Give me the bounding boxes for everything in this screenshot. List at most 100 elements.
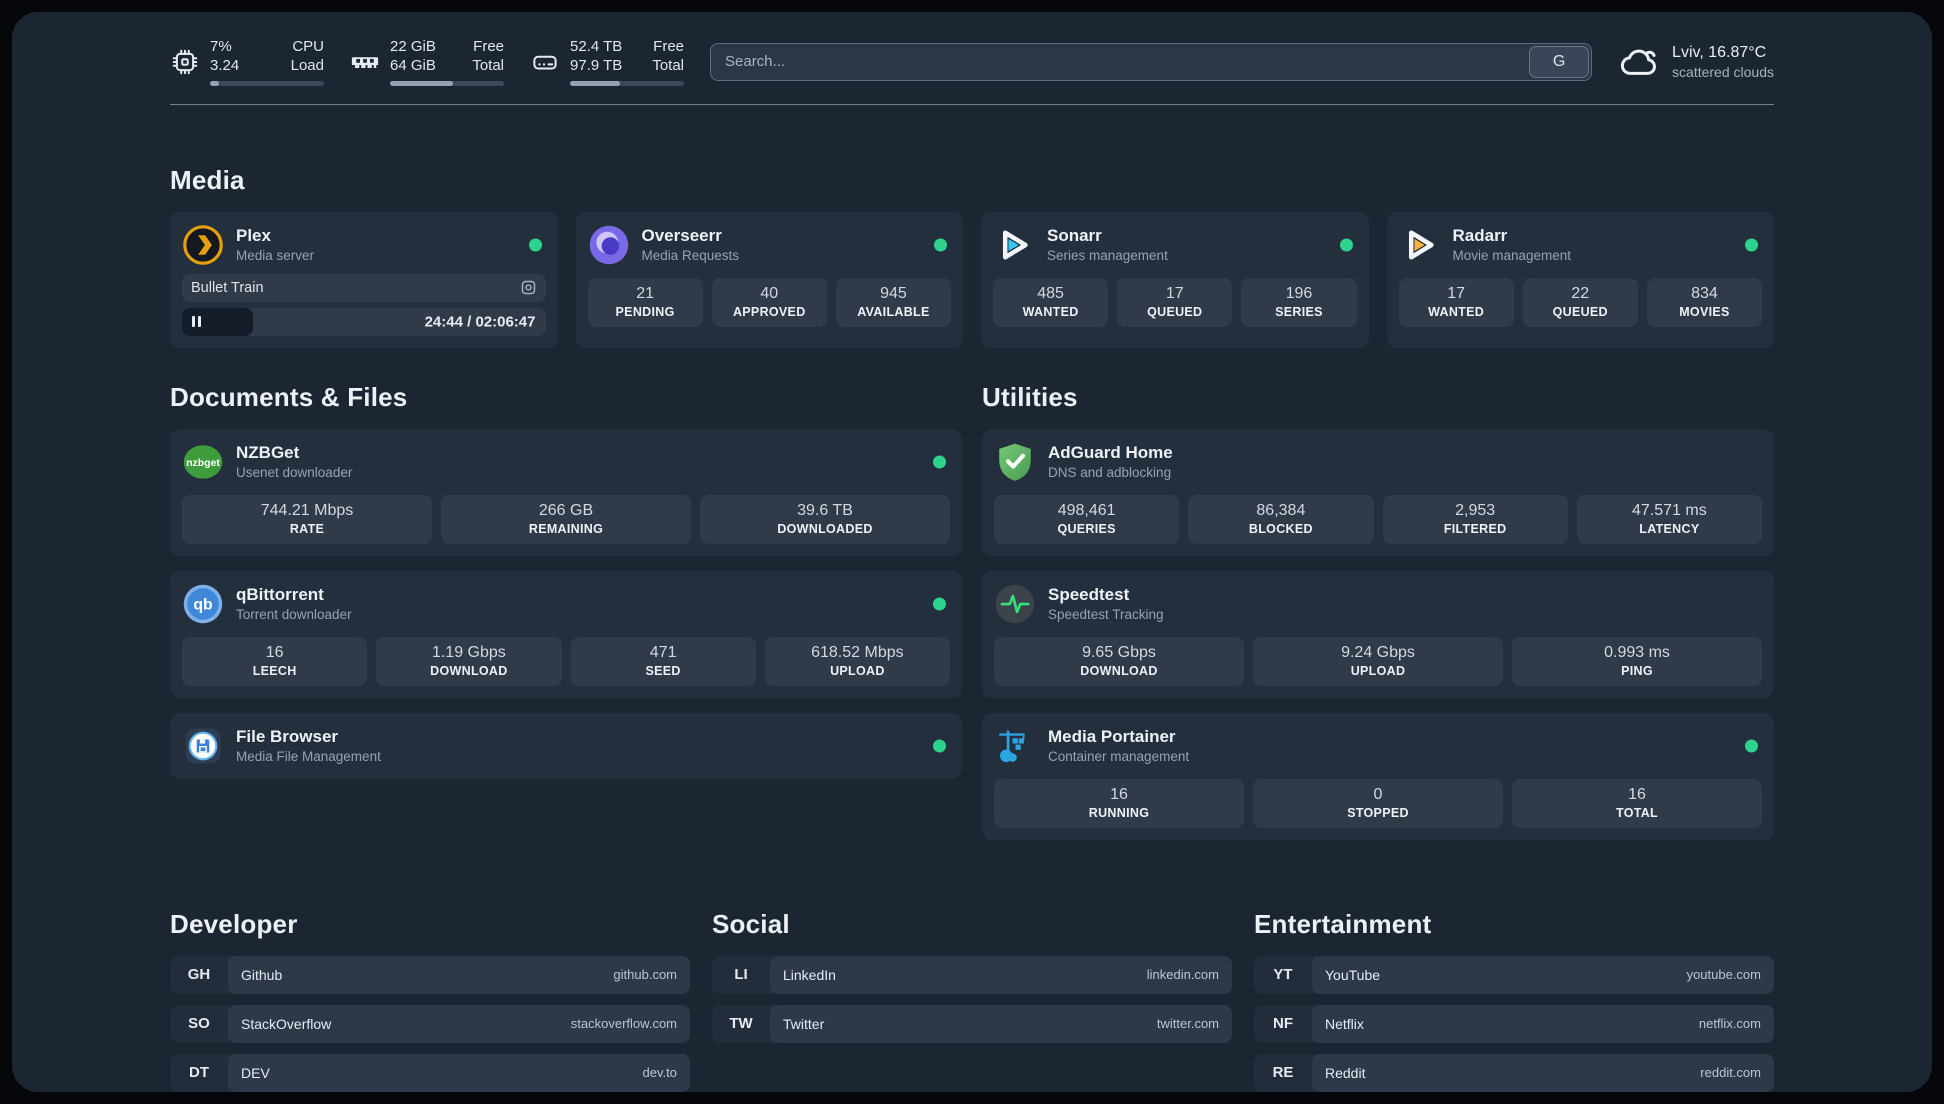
playback-progress-row: 24:44 / 02:06:47 <box>182 307 546 336</box>
bookmark-reddit[interactable]: RE Reddit reddit.com <box>1254 1053 1774 1092</box>
service-card-qbittorrent[interactable]: qb qBittorrent Torrent downloader 16 LEE… <box>170 570 962 698</box>
bookmark-github[interactable]: GH Github github.com <box>170 955 690 994</box>
stat-value: 834 <box>1691 284 1718 302</box>
stat-value: 17 <box>1165 284 1184 302</box>
stat-label: DOWNLOAD <box>430 663 508 678</box>
service-name: qBittorrent <box>236 585 324 604</box>
stat-label: MOVIES <box>1679 304 1730 319</box>
status-online-dot <box>1745 739 1758 752</box>
stat-label: DOWNLOAD <box>1080 663 1158 678</box>
service-card-plex[interactable]: Plex Media server Bullet Train 24:44 / 0… <box>170 211 558 348</box>
stat-value: 945 <box>880 284 907 302</box>
stat-box: 618.52 Mbps UPLOAD <box>764 636 950 686</box>
status-online-dot <box>1745 238 1758 251</box>
status-online-dot <box>528 238 542 251</box>
section-title-utilities: Utilities <box>982 381 1078 412</box>
service-card-portainer[interactable]: Media Portainer Container management 16 … <box>982 712 1774 840</box>
memory-resource-widget: 22 GiB 64 GiB Free Total <box>350 38 504 86</box>
filebrowser-icon <box>182 725 224 767</box>
playback-time: 24:44 / 02:06:47 <box>424 313 536 330</box>
cpu-resource-widget: 7% 3.24 CPU Load <box>170 38 324 86</box>
hard-drive-icon <box>530 47 560 77</box>
stat-label: STOPPED <box>1347 805 1409 820</box>
stat-label: PING <box>1621 663 1653 678</box>
service-description: Media Requests <box>641 248 740 263</box>
bookmark-group-entertainment: Entertainment YT YouTube youtube.com NF … <box>1254 909 1774 1093</box>
service-card-sonarr[interactable]: Sonarr Series management 485 WANTED 17 Q… <box>981 211 1369 348</box>
service-name: Overseerr <box>641 226 722 245</box>
bookmark-abbr: GH <box>187 966 211 983</box>
stat-box: 266 GB REMAINING <box>441 494 691 544</box>
service-card-adguard[interactable]: AdGuard Home DNS and adblocking 498,461 … <box>982 428 1774 556</box>
bookmark-abbr: SO <box>188 1015 210 1032</box>
stat-value: 2,953 <box>1455 501 1496 519</box>
memory-free-label: Free <box>473 38 504 55</box>
section-title-entertainment: Entertainment <box>1254 908 1432 939</box>
service-card-overseerr[interactable]: Overseerr Media Requests 21 PENDING 40 A… <box>575 211 963 348</box>
cpu-label: CPU <box>292 38 324 55</box>
service-card-radarr[interactable]: Radarr Movie management 17 WANTED 22 QUE… <box>1386 211 1774 348</box>
service-description: Container management <box>1048 749 1190 764</box>
cpu-usage-value: 7% <box>210 38 232 55</box>
search-input[interactable] <box>710 42 1593 81</box>
disk-total-value: 97.9 TB <box>570 56 623 74</box>
section-title-documents: Documents & Files <box>170 381 408 412</box>
bookmark-name: StackOverflow <box>241 1015 332 1032</box>
disk-free-value: 52.4 TB <box>570 38 623 55</box>
stat-box: 22 QUEUED <box>1522 277 1638 327</box>
weather-condition: scattered clouds <box>1672 63 1774 80</box>
bookmark-stackoverflow[interactable]: SO StackOverflow stackoverflow.com <box>170 1004 690 1043</box>
bookmark-youtube[interactable]: YT YouTube youtube.com <box>1254 955 1774 994</box>
service-description: Series management <box>1047 248 1168 263</box>
stat-box: 17 QUEUED <box>1117 277 1233 327</box>
stat-box: 196 SERIES <box>1241 277 1357 327</box>
pause-icon[interactable] <box>192 316 201 327</box>
cpu-load-value: 3.24 <box>210 56 240 74</box>
stat-box: 2,953 FILTERED <box>1382 494 1568 544</box>
bookmark-twitter[interactable]: TW Twitter twitter.com <box>712 1004 1232 1043</box>
memory-free-value: 22 GiB <box>390 38 436 55</box>
stat-label: FILTERED <box>1443 521 1507 536</box>
stat-label: QUEUED <box>1147 304 1203 319</box>
service-name: Speedtest <box>1048 585 1130 604</box>
stat-value: 266 GB <box>538 501 594 519</box>
bookmark-name: LinkedIn <box>783 966 836 983</box>
scattered-clouds-icon <box>1618 41 1660 83</box>
disk-resource-widget: 52.4 TB 97.9 TB Free Total <box>530 38 684 86</box>
stat-label: PENDING <box>615 304 675 319</box>
section-title-developer: Developer <box>170 908 298 939</box>
service-card-speedtest[interactable]: Speedtest Speedtest Tracking 9.65 Gbps D… <box>982 570 1774 698</box>
stat-box: 498,461 QUERIES <box>994 494 1180 544</box>
stat-box: 9.65 Gbps DOWNLOAD <box>994 636 1244 686</box>
weather-widget: Lviv, 16.87°C scattered clouds <box>1618 41 1774 83</box>
stat-label: SEED <box>645 663 681 678</box>
stat-value: 471 <box>649 643 677 661</box>
section-title-social: Social <box>712 908 790 939</box>
service-name: AdGuard Home <box>1048 443 1173 462</box>
stat-value: 86,384 <box>1256 501 1306 519</box>
stat-label: QUERIES <box>1057 521 1116 536</box>
stat-label: UPLOAD <box>830 663 885 678</box>
header-divider <box>170 103 1774 105</box>
memory-usage-bar <box>390 80 504 86</box>
stat-value: 1.19 Gbps <box>431 643 506 661</box>
stat-label: BLOCKED <box>1248 521 1313 536</box>
stat-label: SERIES <box>1275 304 1323 319</box>
memory-total-value: 64 GiB <box>390 56 436 74</box>
search-bar: G <box>710 42 1593 81</box>
stat-label: RUNNING <box>1088 805 1150 820</box>
bookmark-domain: netflix.com <box>1698 1016 1761 1031</box>
cpu-load-label: Load <box>290 56 324 74</box>
portainer-crane-icon <box>994 725 1036 767</box>
plex-icon <box>182 224 224 266</box>
service-card-filebrowser[interactable]: File Browser Media File Management <box>170 712 962 779</box>
bookmark-linkedin[interactable]: LI LinkedIn linkedin.com <box>712 955 1232 994</box>
bookmark-netflix[interactable]: NF Netflix netflix.com <box>1254 1004 1774 1043</box>
service-card-nzbget[interactable]: nzbget NZBGet Usenet downloader 744.21 M… <box>170 428 962 556</box>
search-provider-button[interactable]: G <box>1529 45 1590 78</box>
stat-label: QUEUED <box>1552 304 1608 319</box>
stat-box: 16 LEECH <box>182 636 368 686</box>
service-description: Media server <box>236 248 315 263</box>
svg-text:qb: qb <box>193 596 212 613</box>
bookmark-dev[interactable]: DT DEV dev.to <box>170 1053 690 1092</box>
